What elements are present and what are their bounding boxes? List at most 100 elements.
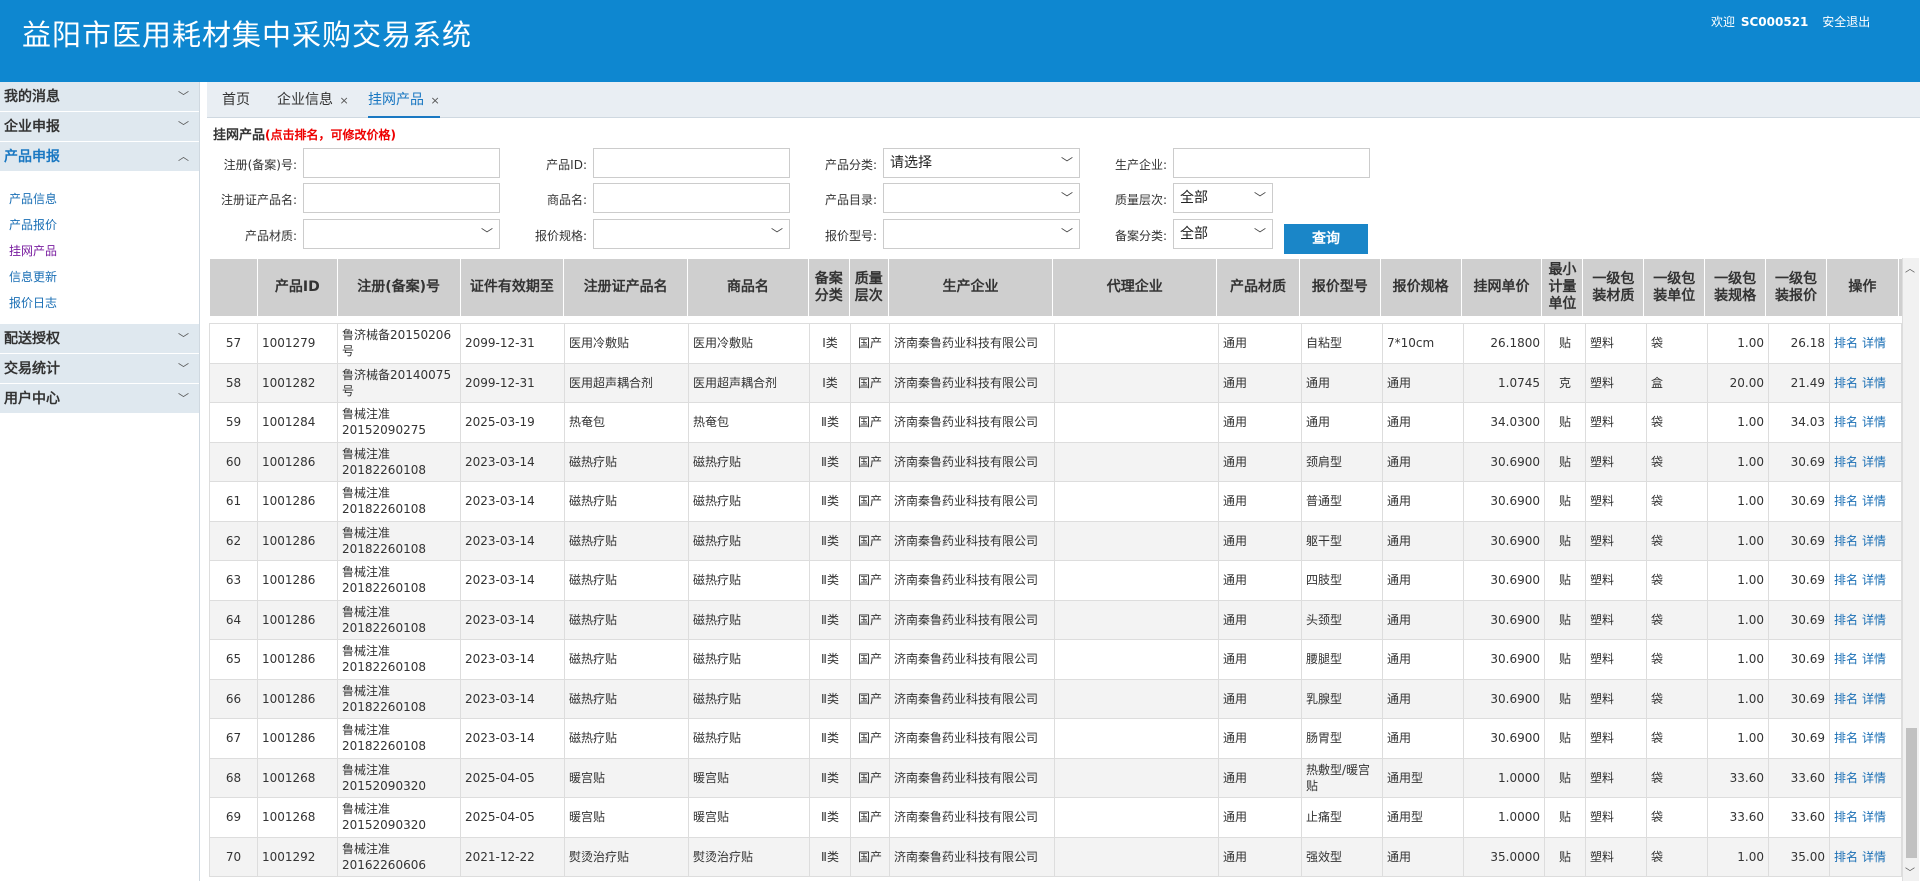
sidebar-item-product-info[interactable]: 产品信息	[0, 186, 199, 212]
column-header[interactable]: 挂网单价	[1460, 258, 1543, 317]
detail-link[interactable]: 详情	[1862, 534, 1886, 548]
logout-link[interactable]: 安全退出	[1822, 15, 1870, 29]
model-select[interactable]: ﹀	[883, 219, 1080, 249]
column-header[interactable]: 一级包装单位	[1643, 258, 1706, 317]
category-select[interactable]: 请选择 ﹀	[883, 148, 1080, 178]
column-header[interactable]: 最小计量单位	[1541, 258, 1584, 317]
sidebar-item-listed-products[interactable]: 挂网产品	[0, 238, 199, 264]
table-row[interactable]: 69 1001268 鲁械注准20152090320 2025-04-05 暖宫贴 暖宫贴…	[209, 797, 1902, 838]
detail-link[interactable]: 详情	[1862, 573, 1886, 587]
column-header[interactable]: 产品ID	[256, 258, 338, 317]
rank-link[interactable]: 排名	[1834, 573, 1858, 587]
sidebar-group-messages[interactable]: 我的消息 ﹀	[0, 82, 199, 112]
trade-name-input[interactable]	[593, 183, 790, 213]
rank-link[interactable]: 排名	[1834, 415, 1858, 429]
column-header[interactable]: 一级包装材质	[1582, 258, 1645, 317]
rank-link[interactable]: 排名	[1834, 455, 1858, 469]
column-header[interactable]: 报价规格	[1379, 258, 1462, 317]
column-header[interactable]: 操作	[1825, 258, 1899, 317]
tab-company-info[interactable]: 企业信息 ×	[277, 82, 349, 118]
detail-link[interactable]: 详情	[1862, 652, 1886, 666]
chevron-up-icon[interactable]: ︿	[1905, 260, 1915, 275]
sidebar-group-stats[interactable]: 交易统计 ﹀	[0, 354, 199, 384]
rank-link[interactable]: 排名	[1834, 692, 1858, 706]
sidebar-item-info-update[interactable]: 信息更新	[0, 264, 199, 290]
detail-link[interactable]: 详情	[1862, 810, 1886, 824]
rank-link[interactable]: 排名	[1834, 850, 1858, 864]
rank-link[interactable]: 排名	[1834, 336, 1858, 350]
sidebar-group-company[interactable]: 企业申报 ﹀	[0, 112, 199, 142]
column-header[interactable]: 产品材质	[1216, 258, 1300, 317]
column-header[interactable]: 代理企业	[1052, 258, 1218, 317]
rank-link[interactable]: 排名	[1834, 534, 1858, 548]
filing-select[interactable]: 全部 ﹀	[1173, 219, 1273, 249]
column-header[interactable]: 注册(备案)号	[336, 258, 461, 317]
rank-link[interactable]: 排名	[1834, 652, 1858, 666]
manufacturer-input[interactable]	[1173, 148, 1370, 178]
table-cell: 通用	[1301, 362, 1383, 403]
table-row[interactable]: 68 1001268 鲁械注准20152090320 2025-04-05 暖宫贴 暖宫贴…	[209, 757, 1902, 798]
table-row[interactable]: 67 1001286 鲁械注准20182260108 2023-03-14 磁热疗贴 磁热…	[209, 718, 1902, 759]
column-header[interactable]: 一级包装规格	[1704, 258, 1767, 317]
sidebar-group-product[interactable]: 产品申报 ︿	[0, 142, 199, 172]
detail-link[interactable]: 详情	[1862, 692, 1886, 706]
detail-link[interactable]: 详情	[1862, 455, 1886, 469]
reg-no-input[interactable]	[303, 148, 500, 178]
detail-link[interactable]: 详情	[1862, 850, 1886, 864]
catalog-select[interactable]: ﹀	[883, 183, 1080, 213]
table-row[interactable]: 59 1001284 鲁械注准20152090275 2025-03-19 热奄包 热奄包…	[209, 402, 1902, 443]
rank-link[interactable]: 排名	[1834, 613, 1858, 627]
column-header[interactable]: 生产企业	[887, 258, 1054, 317]
detail-link[interactable]: 详情	[1862, 731, 1886, 745]
table-row[interactable]: 66 1001286 鲁械注准20182260108 2023-03-14 磁热疗贴 磁热…	[209, 678, 1902, 719]
close-icon[interactable]: ×	[430, 94, 439, 107]
product-id-input[interactable]	[593, 148, 790, 178]
column-header[interactable]: 注册证产品名	[563, 258, 689, 317]
sidebar-item-product-quote[interactable]: 产品报价	[0, 212, 199, 238]
chevron-down-icon[interactable]: ﹀	[1905, 864, 1915, 879]
column-header[interactable]: 备案分类	[807, 258, 850, 317]
column-header[interactable]: 质量层次	[848, 258, 889, 317]
rank-link[interactable]: 排名	[1834, 771, 1858, 785]
table-row[interactable]: 61 1001286 鲁械注准20182260108 2023-03-14 磁热疗贴 磁热…	[209, 481, 1902, 522]
rank-link[interactable]: 排名	[1834, 494, 1858, 508]
table-row[interactable]: 62 1001286 鲁械注准20182260108 2023-03-14 磁热疗贴 磁热…	[209, 520, 1902, 561]
column-header[interactable]: 报价型号	[1298, 258, 1381, 317]
rank-link[interactable]: 排名	[1834, 810, 1858, 824]
table-row[interactable]: 60 1001286 鲁械注准20182260108 2023-03-14 磁热疗贴 磁热…	[209, 441, 1902, 482]
detail-link[interactable]: 详情	[1862, 336, 1886, 350]
table-cell: 57	[209, 323, 258, 364]
column-header[interactable]: 一级包装报价	[1765, 258, 1827, 317]
rank-link[interactable]: 排名	[1834, 376, 1858, 390]
table-row[interactable]: 64 1001286 鲁械注准20182260108 2023-03-14 磁热疗贴 磁热…	[209, 599, 1902, 640]
detail-link[interactable]: 详情	[1862, 494, 1886, 508]
sidebar-group-delivery[interactable]: 配送授权 ﹀	[0, 324, 199, 354]
spec-select[interactable]: ﹀	[593, 219, 790, 249]
quality-select[interactable]: 全部 ﹀	[1173, 183, 1273, 213]
table-row[interactable]: 70 1001292 鲁械注准20162260606 2021-12-22 熨烫治疗贴熨…	[209, 836, 1902, 877]
table-cell: 1.0745	[1463, 362, 1545, 403]
column-header[interactable]: 商品名	[687, 258, 809, 317]
search-button[interactable]: 查询	[1284, 224, 1368, 254]
table-scrollbar[interactable]: ︿ ﹀	[1902, 258, 1919, 881]
tab-home[interactable]: 首页	[222, 82, 250, 118]
close-icon[interactable]: ×	[339, 94, 348, 107]
table-row[interactable]: 63 1001286 鲁械注准20182260108 2023-03-14 磁热疗贴 磁热…	[209, 560, 1902, 601]
table-row[interactable]: 57 1001279 鲁济械备20150206号 2099-12-31 医用冷敷贴 医用冷…	[209, 323, 1902, 364]
rank-link[interactable]: 排名	[1834, 731, 1858, 745]
material-select[interactable]: ﹀	[303, 219, 500, 249]
detail-link[interactable]: 详情	[1862, 771, 1886, 785]
detail-link[interactable]: 详情	[1862, 415, 1886, 429]
detail-link[interactable]: 详情	[1862, 376, 1886, 390]
sidebar-group-label: 用户中心	[4, 391, 60, 407]
column-header[interactable]	[209, 258, 258, 317]
detail-link[interactable]: 详情	[1862, 613, 1886, 627]
tab-listed-products[interactable]: 挂网产品 ×	[368, 82, 440, 118]
scrollbar-thumb[interactable]	[1906, 728, 1917, 858]
sidebar-group-user[interactable]: 用户中心 ﹀	[0, 384, 199, 414]
table-row[interactable]: 65 1001286 鲁械注准20182260108 2023-03-14 磁热疗贴 磁热…	[209, 639, 1902, 680]
column-header[interactable]: 证件有效期至	[459, 258, 565, 317]
sidebar-item-quote-log[interactable]: 报价日志	[0, 290, 199, 316]
reg-name-input[interactable]	[303, 183, 500, 213]
table-row[interactable]: 58 1001282 鲁济械备20140075号 2099-12-31 医用超声耦合剂医…	[209, 362, 1902, 403]
